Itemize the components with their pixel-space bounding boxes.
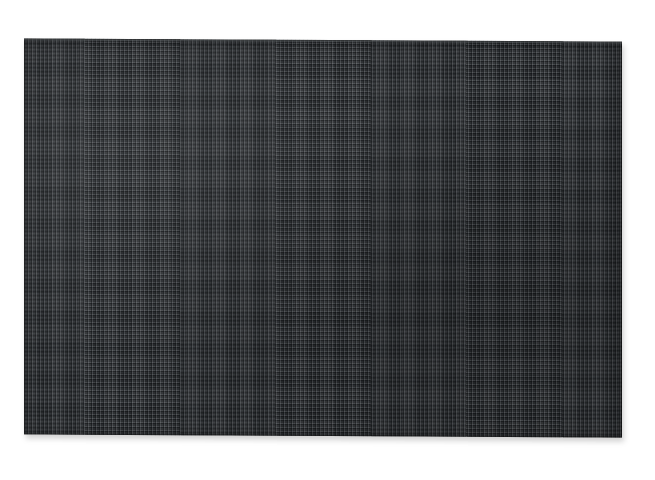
woven-placemat [24,38,622,438]
product-photo [0,0,655,480]
